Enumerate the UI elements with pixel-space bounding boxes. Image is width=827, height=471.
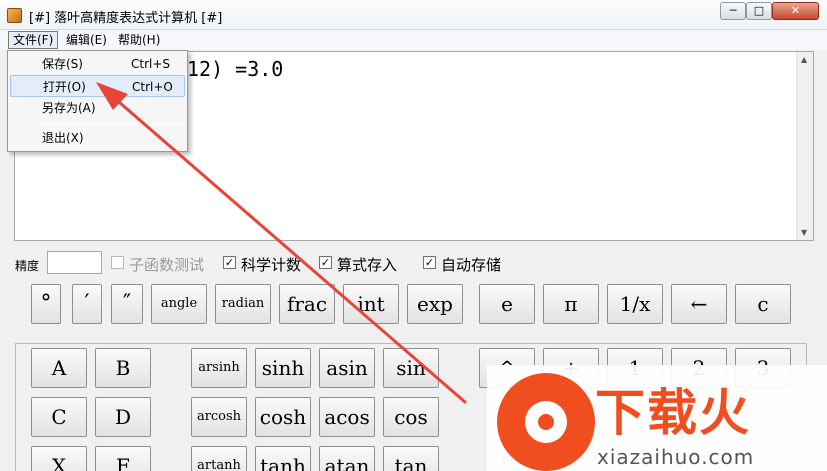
second-button[interactable]: ″ bbox=[111, 284, 143, 324]
subfunc-test-label: 子函数测试 bbox=[129, 256, 205, 274]
vertical-scrollbar[interactable]: ▲ ▼ bbox=[796, 52, 813, 240]
pi-button[interactable]: π bbox=[543, 284, 599, 324]
arcosh-button[interactable]: arcosh bbox=[191, 397, 247, 437]
backspace-button[interactable]: ← bbox=[671, 284, 727, 324]
menu-bar: 文件(F) 编辑(E) 帮助(H) bbox=[0, 30, 827, 50]
watermark-url: xiazaihuo.com bbox=[597, 445, 755, 469]
e-button[interactable]: e bbox=[479, 284, 535, 324]
watermark-brand: 下载火 bbox=[595, 384, 751, 442]
close-button[interactable]: ✕ bbox=[772, 2, 819, 20]
reciprocal-button[interactable]: 1/x bbox=[607, 284, 663, 324]
subfunc-test-checkbox[interactable] bbox=[111, 256, 124, 269]
frac-button[interactable]: frac bbox=[279, 284, 335, 324]
menu-separator bbox=[38, 123, 183, 124]
sin-button[interactable]: sin bbox=[383, 348, 439, 388]
precision-label: 精度 bbox=[15, 259, 40, 273]
options-row: 精度 子函数测试 ✓ 科学计数 ✓ 算式存入 ✓ 自动存储 bbox=[0, 250, 827, 278]
atan-button[interactable]: atan bbox=[319, 446, 375, 471]
minimize-button[interactable]: ─ bbox=[720, 2, 746, 20]
minute-button[interactable]: ′ bbox=[72, 284, 102, 324]
scientific-label: 科学计数 bbox=[241, 256, 302, 274]
tanh-button[interactable]: tanh bbox=[255, 446, 311, 471]
int-button[interactable]: int bbox=[343, 284, 399, 324]
key-f[interactable]: F bbox=[95, 446, 151, 471]
auto-save-label: 自动存储 bbox=[441, 256, 502, 274]
sinh-button[interactable]: sinh bbox=[255, 348, 311, 388]
menu-item-exit[interactable]: 退出(X) bbox=[10, 127, 185, 149]
menu-help[interactable]: 帮助(H) bbox=[114, 31, 164, 49]
menu-item-save[interactable]: 保存(S) Ctrl+S bbox=[10, 53, 185, 75]
key-x[interactable]: X bbox=[31, 446, 87, 471]
cosh-button[interactable]: cosh bbox=[255, 397, 311, 437]
artanh-button[interactable]: artanh bbox=[191, 446, 247, 471]
asin-button[interactable]: asin bbox=[319, 348, 375, 388]
app-icon bbox=[7, 8, 22, 23]
key-a[interactable]: A bbox=[31, 348, 87, 388]
precision-input[interactable] bbox=[47, 251, 102, 274]
arsinh-button[interactable]: arsinh bbox=[191, 348, 247, 388]
key-b[interactable]: B bbox=[95, 348, 151, 388]
key-c[interactable]: C bbox=[31, 397, 87, 437]
menu-item-save-as[interactable]: 另存为(A) bbox=[10, 97, 185, 119]
watermark-logo bbox=[497, 373, 595, 471]
menu-edit[interactable]: 编辑(E) bbox=[62, 31, 111, 49]
save-expr-label: 算式存入 bbox=[337, 256, 398, 274]
exp-button[interactable]: exp bbox=[407, 284, 463, 324]
acos-button[interactable]: acos bbox=[319, 397, 375, 437]
menu-file[interactable]: 文件(F) bbox=[8, 31, 59, 49]
key-d[interactable]: D bbox=[95, 397, 151, 437]
title-bar: [#] 落叶高精度表达式计算机 [#] ─ □ ✕ bbox=[0, 0, 827, 30]
result-text: 12) =3.0 bbox=[187, 57, 284, 81]
scientific-checkbox[interactable]: ✓ bbox=[223, 256, 236, 269]
scroll-down-icon[interactable]: ▼ bbox=[801, 228, 807, 237]
degree-button[interactable]: ° bbox=[31, 284, 61, 324]
window-title: [#] 落叶高精度表达式计算机 [#] bbox=[29, 11, 223, 26]
tan-button[interactable]: tan bbox=[383, 446, 439, 471]
scroll-up-icon[interactable]: ▲ bbox=[801, 55, 807, 64]
clear-button[interactable]: c bbox=[735, 284, 791, 324]
cos-button[interactable]: cos bbox=[383, 397, 439, 437]
radian-button[interactable]: radian bbox=[215, 284, 271, 324]
auto-save-checkbox[interactable]: ✓ bbox=[423, 256, 436, 269]
menu-item-open[interactable]: 打开(O) Ctrl+O bbox=[10, 75, 185, 97]
watermark: 下载火 xiazaihuo.com bbox=[487, 365, 827, 471]
angle-button[interactable]: angle bbox=[151, 284, 207, 324]
file-menu-dropdown: 保存(S) Ctrl+S 打开(O) Ctrl+O 另存为(A) 退出(X) bbox=[7, 50, 188, 152]
maximize-button[interactable]: □ bbox=[746, 2, 772, 20]
save-expr-checkbox[interactable]: ✓ bbox=[319, 256, 332, 269]
